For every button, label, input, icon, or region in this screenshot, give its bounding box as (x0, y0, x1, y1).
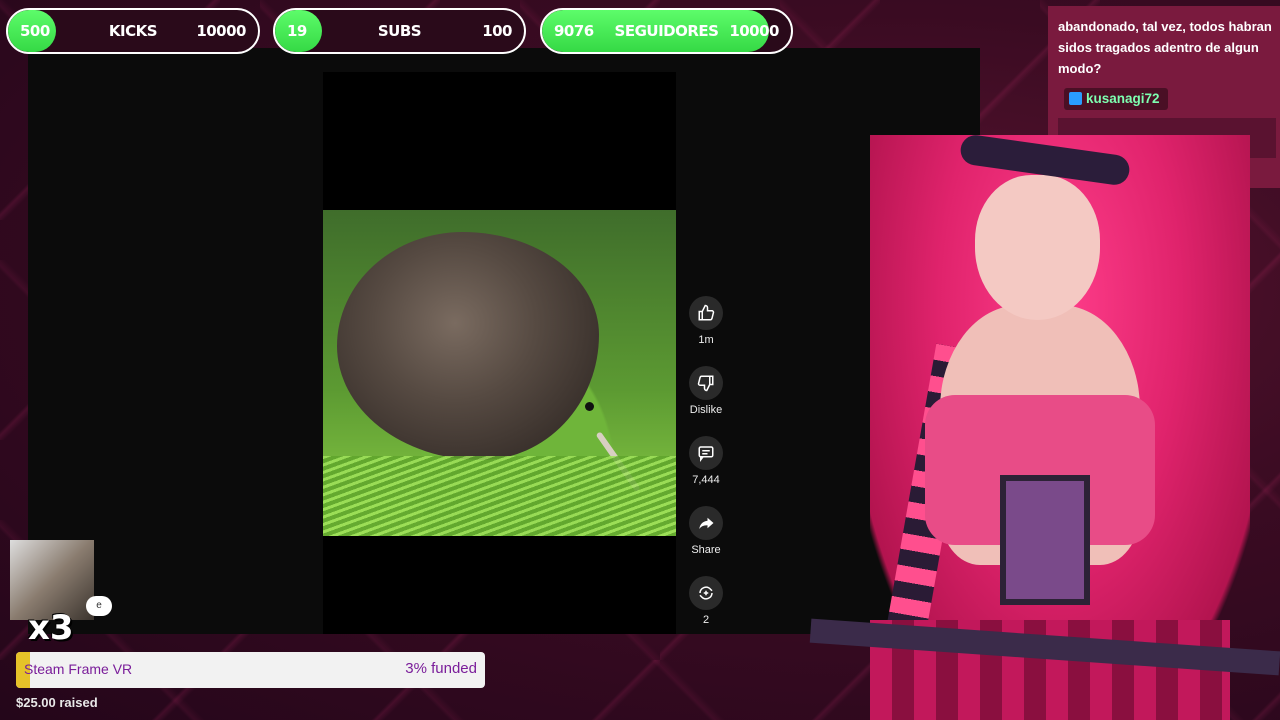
thumbs-up-icon[interactable] (689, 296, 723, 330)
funding-bar: Steam Frame VR 3% funded (16, 652, 485, 688)
thumbs-down-icon[interactable] (689, 366, 723, 400)
share-action[interactable]: Share (686, 506, 726, 576)
funding-percent: 3% funded (405, 660, 477, 677)
like-action[interactable]: 1m (686, 296, 726, 366)
dislike-action[interactable]: Dislike (686, 366, 726, 436)
remix-count: 2 (702, 614, 710, 626)
remix-action[interactable]: 2 (686, 576, 726, 646)
avatar-face (975, 175, 1100, 320)
avatar-corset (1000, 475, 1090, 605)
vtuber-avatar (800, 95, 1280, 720)
kiwi-body (337, 232, 599, 460)
kicks-goal-bar: 500 KICKS 10000 (6, 8, 260, 54)
comments-action[interactable]: 7,444 (686, 436, 726, 506)
subs-goal-target: 100 (482, 22, 512, 40)
like-count: 1m (698, 334, 714, 346)
video-action-rail: 1m Dislike 7,444 Share 2 (686, 296, 726, 646)
comment-count: 7,444 (692, 474, 720, 486)
chat-message-text: abandonado, tal vez, todos habran sidos … (1058, 19, 1272, 76)
funding-raised: $25.00 raised (16, 695, 98, 710)
kicks-goal-target: 10000 (196, 22, 246, 40)
emote-badge: e (86, 596, 112, 616)
funding-title: Steam Frame VR (24, 661, 133, 677)
subs-goal-bar: 19 SUBS 100 (273, 8, 526, 54)
share-icon[interactable] (689, 506, 723, 540)
followers-goal-target: 10000 (729, 22, 779, 40)
fern-ground (323, 456, 676, 536)
remix-icon[interactable] (689, 576, 723, 610)
emote-multiplier: x3 (28, 608, 74, 648)
followers-goal-bar: 9076 SEGUIDORES 10000 (540, 8, 793, 54)
short-video-player[interactable] (323, 72, 676, 634)
share-label: Share (691, 544, 721, 556)
kiwi-bird-image (323, 210, 676, 536)
comment-icon[interactable] (689, 436, 723, 470)
dislike-label: Dislike (689, 404, 723, 416)
kiwi-eye (585, 402, 594, 411)
